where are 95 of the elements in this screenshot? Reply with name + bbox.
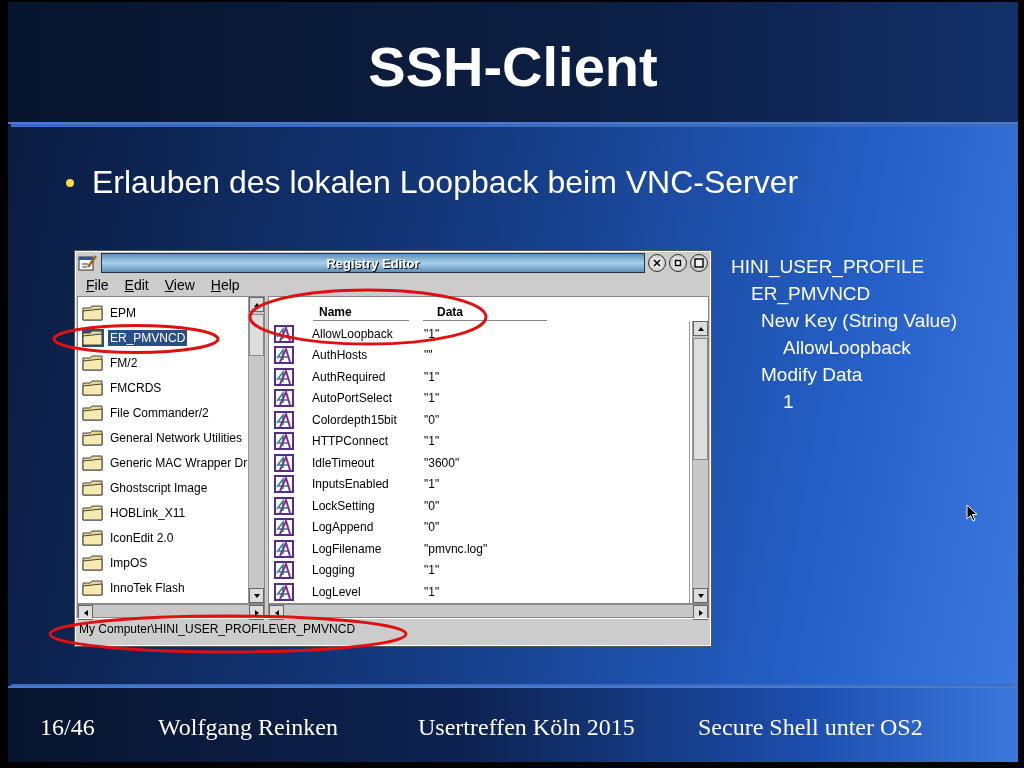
bullet-text: Erlauben des lokalen Loopback beim VNC-Server — [92, 164, 799, 201]
value-data: "1" — [424, 369, 441, 384]
folder-icon — [82, 578, 104, 597]
bullet-dot — [66, 178, 74, 187]
value-data: "0" — [424, 412, 441, 427]
value-name: LogFilename — [312, 541, 383, 556]
value-name: Colordepth15bit — [312, 412, 398, 427]
value-data: "3600" — [424, 455, 461, 470]
value-data: "1" — [424, 434, 441, 449]
value-data: "1" — [424, 326, 441, 341]
value-data: "1" — [424, 563, 441, 578]
value-name: AllowLoopback — [312, 326, 394, 341]
maximize-button[interactable] — [690, 254, 708, 272]
minimize-button[interactable] — [669, 254, 687, 272]
folder-icon — [82, 328, 104, 347]
footer-author: Wolfgang Reinken — [158, 713, 340, 741]
instruction-step: 1 — [731, 388, 958, 415]
instruction-step: AllowLoopback — [731, 334, 958, 361]
folder-icon — [82, 453, 104, 472]
value-data: "" — [424, 348, 434, 363]
scrollbar[interactable] — [692, 321, 708, 603]
tree-item[interactable]: FMCRDS — [82, 375, 248, 400]
instruction-step: New Key (String Value) — [731, 307, 958, 334]
menu-item[interactable]: View — [164, 277, 195, 293]
folder-icon — [82, 528, 104, 547]
string-value-icon — [274, 346, 294, 365]
folder-icon — [82, 428, 104, 447]
value-name: Logging — [312, 563, 356, 578]
scrollbar[interactable] — [248, 297, 264, 603]
menu-item[interactable]: File — [86, 277, 109, 293]
value-data: "1" — [424, 584, 441, 599]
tree-item[interactable]: FM/2 — [82, 350, 248, 375]
tree-item[interactable]: InnoTek Flash — [82, 575, 248, 600]
value-name: AutoPortSelect — [312, 391, 394, 406]
close-button[interactable] — [648, 254, 666, 272]
folder-icon — [82, 503, 104, 522]
value-name: LockSetting — [312, 498, 376, 513]
value-name: InputsEnabled — [312, 477, 390, 492]
column-header[interactable]: Name — [313, 305, 409, 321]
footer-topic: Secure Shell unter OS2 — [698, 713, 924, 741]
instruction-step: ER_PMVNCD — [731, 280, 958, 307]
close-icon — [653, 259, 661, 267]
notepad-icon — [78, 254, 98, 272]
value-data: "0" — [424, 520, 441, 535]
folder-icon — [82, 378, 104, 397]
value-name: AuthHosts — [312, 348, 369, 363]
column-header[interactable]: Data — [423, 305, 547, 321]
value-data: "1" — [424, 391, 441, 406]
string-value-icon — [274, 453, 294, 472]
instruction-step: HINI_USER_PROFILE — [731, 253, 958, 280]
value-data: "1" — [424, 477, 441, 492]
menu-item[interactable]: Help — [210, 277, 240, 293]
value-name: HTTPConnect — [312, 434, 390, 449]
string-value-icon — [274, 496, 294, 515]
folder-icon — [82, 403, 104, 422]
folder-icon — [82, 553, 104, 572]
scrollbar[interactable] — [77, 604, 265, 618]
folder-icon — [82, 478, 104, 497]
folder-icon — [82, 353, 104, 372]
string-value-icon — [274, 582, 294, 601]
status-bar: My Computer\HINI_USER_PROFILE\ER_PMVNCD — [76, 618, 710, 639]
tree-item[interactable]: ImpOS — [82, 550, 248, 575]
tree-item[interactable]: EPM — [82, 300, 248, 325]
value-data: "pmvnc.log" — [424, 541, 489, 556]
value-name: LogLevel — [312, 584, 362, 599]
cursor-icon — [966, 504, 978, 522]
slide-title: SSH-Client — [368, 33, 658, 99]
footer-event: Usertreffen Köln 2015 — [418, 713, 636, 741]
string-value-icon — [274, 539, 294, 558]
string-value-icon — [274, 475, 294, 494]
scroll-thumb[interactable] — [693, 338, 708, 460]
value-data: "0" — [424, 498, 441, 513]
string-value-icon — [274, 432, 294, 451]
value-name: IdleTimeout — [312, 455, 376, 470]
maximize-icon — [694, 258, 704, 268]
tree-item[interactable]: HOBLink_X11 — [82, 500, 248, 525]
window-title: Registry Editor — [101, 253, 645, 273]
page-number: 16/46 — [40, 713, 96, 741]
value-name: LogAppend — [312, 520, 375, 535]
tree-item[interactable]: File Commander/2 — [82, 400, 248, 425]
tree-item[interactable]: General Network Utilities — [82, 425, 248, 450]
tree-item[interactable]: IconEdit 2.0 — [82, 525, 248, 550]
scrollbar[interactable] — [268, 604, 709, 618]
string-value-icon — [274, 410, 294, 429]
string-value-icon — [274, 389, 294, 408]
value-name: AuthRequired — [312, 369, 387, 384]
string-value-icon — [274, 367, 294, 386]
menu-item[interactable]: Edit — [124, 277, 149, 293]
tree-item[interactable]: ER_PMVNCD — [82, 325, 248, 350]
string-value-icon — [274, 561, 294, 580]
folder-icon — [82, 303, 104, 322]
tree-item[interactable]: Ghostscript Image — [82, 475, 248, 500]
instruction-step: Modify Data — [731, 361, 958, 388]
string-value-icon — [274, 518, 294, 537]
minimize-icon — [674, 259, 682, 267]
